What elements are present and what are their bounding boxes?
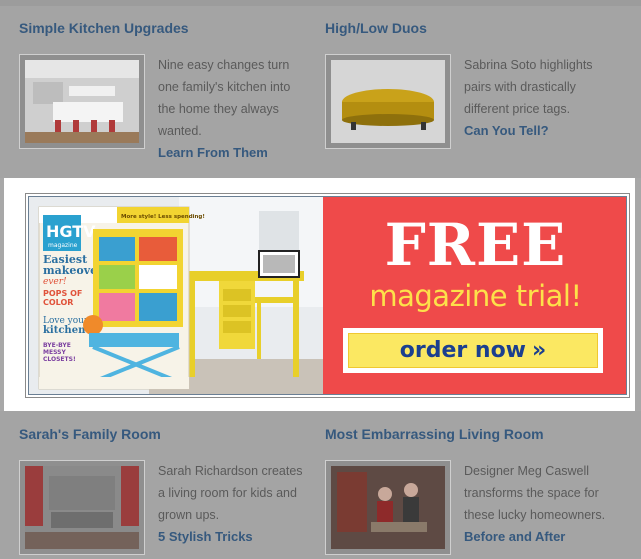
ad-offer-panel: FREE magazine trial! order now » [323, 197, 626, 394]
svg-text:More style! Less spending!: More style! Less spending! [121, 214, 205, 220]
svg-text:POPS OF: POPS OF [43, 289, 82, 298]
before-and-after-link[interactable]: Before and After [464, 526, 614, 548]
kitchen-photo-image [25, 60, 139, 143]
order-now-button-face: order now » [348, 333, 598, 368]
ad-border: More style! Less spending! HGTV magazine… [25, 193, 630, 398]
card-description: Sarah Richardson creates a living room f… [158, 464, 303, 522]
card-title[interactable]: Sarah's Family Room [19, 426, 161, 442]
kitchen-photo[interactable] [19, 54, 145, 149]
card-title[interactable]: High/Low Duos [325, 20, 427, 36]
svg-text:HGTV: HGTV [46, 222, 96, 241]
ad-subheadline: magazine trial! [369, 279, 582, 313]
ad-banner[interactable]: More style! Less spending! HGTV magazine… [28, 196, 627, 395]
card-title[interactable]: Simple Kitchen Upgrades [19, 20, 189, 36]
card-description: Nine easy changes turn one family's kitc… [158, 58, 291, 138]
card-description: Designer Meg Caswell transforms the spac… [464, 464, 606, 522]
svg-text:CLOSETS!: CLOSETS! [43, 356, 76, 363]
bottom-content-section: Sarah's Family Room Sarah Richardson cre… [0, 411, 641, 559]
card-title[interactable]: Most Embarrassing Living Room [325, 426, 544, 442]
card-blurb: Designer Meg Caswell transforms the spac… [464, 460, 614, 548]
top-content-section: Simple Kitchen Upgrades Nine easy change… [0, 0, 641, 178]
magazine-ad-popup: More style! Less spending! HGTV magazine… [4, 178, 635, 411]
svg-text:magazine: magazine [48, 242, 78, 249]
order-now-button[interactable]: order now » [343, 328, 603, 373]
svg-text:BYE-BYE: BYE-BYE [43, 342, 71, 349]
double-chevron-right-icon: » [532, 338, 547, 363]
svg-text:ever!: ever! [43, 277, 67, 287]
card-blurb: Nine easy changes turn one family's kitc… [158, 54, 308, 164]
living-room-photo-image [331, 466, 445, 549]
living-room-couple-photo[interactable] [325, 460, 451, 555]
card-blurb: Sabrina Soto highlights pairs with drast… [464, 54, 614, 142]
ad-headline: FREE [384, 211, 567, 279]
family-room-photo-image [25, 466, 139, 549]
card-description: Sabrina Soto highlights pairs with drast… [464, 58, 593, 116]
ottoman-photo-image [331, 60, 445, 143]
yellow-ottoman-photo[interactable] [325, 54, 451, 149]
can-you-tell-link[interactable]: Can You Tell? [464, 120, 614, 142]
five-stylish-tricks-link[interactable]: 5 Stylish Tricks [158, 526, 308, 548]
svg-text:kitchen: kitchen [43, 325, 86, 336]
svg-text:MESSY: MESSY [43, 349, 66, 356]
order-now-label: order now [399, 338, 527, 363]
svg-text:COLOR: COLOR [43, 298, 73, 307]
learn-from-them-link[interactable]: Learn From Them [158, 142, 308, 164]
magazine-cover-and-desk-photo: More style! Less spending! HGTV magazine… [29, 197, 323, 394]
family-room-photo[interactable] [19, 460, 145, 555]
card-blurb: Sarah Richardson creates a living room f… [158, 460, 308, 548]
top-divider [0, 0, 641, 6]
